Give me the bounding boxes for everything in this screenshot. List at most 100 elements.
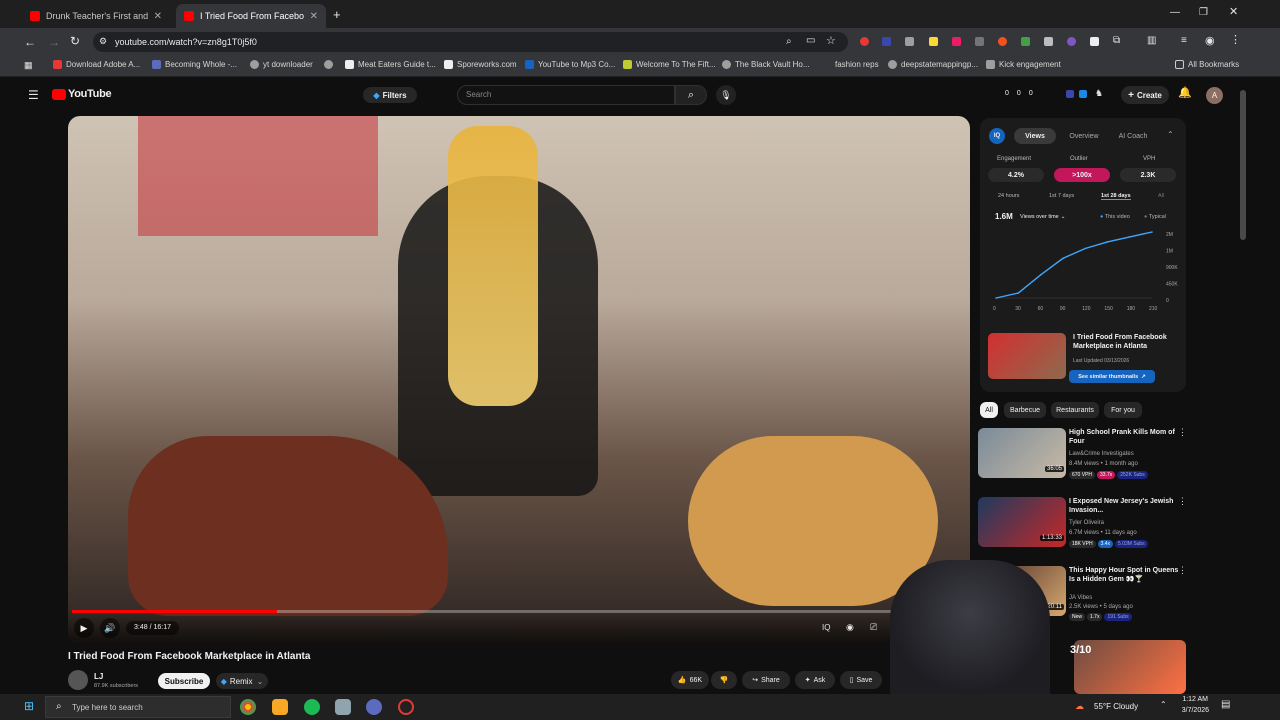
recommendation-item[interactable]: 36:05 High School Prank Kills Mom of Fou… (978, 428, 1188, 488)
views-over-time-dropdown[interactable]: Views over time ⌄ (1020, 214, 1065, 220)
bookmark-item[interactable]: Becoming Whole -... (152, 60, 237, 69)
progress-bar[interactable] (72, 610, 952, 613)
back-icon[interactable]: ← (24, 36, 36, 48)
profile-icon[interactable]: ◉ (1205, 36, 1215, 47)
cast-icon[interactable]: ▭ (806, 36, 815, 46)
notification-center-icon[interactable]: ▤ (1221, 700, 1230, 710)
play-icon[interactable]: ▶ (74, 618, 94, 638)
file-explorer-icon[interactable] (272, 699, 288, 715)
apps-icon[interactable]: ▦ (24, 61, 33, 70)
range-28d[interactable]: 1st 28 days (1101, 193, 1131, 200)
bookmark-item[interactable]: Kick engagement (986, 60, 1061, 69)
microphone-icon[interactable]: 🎙 (716, 85, 736, 105)
extension-icon[interactable] (882, 37, 891, 46)
bookmark-star-icon[interactable]: ☆ (826, 36, 836, 47)
filters-button[interactable]: ◆ Filters (363, 87, 417, 103)
close-tab-icon[interactable]: ✕ (154, 11, 162, 22)
new-tab-icon[interactable]: + (333, 8, 341, 21)
reload-icon[interactable]: ↻ (70, 35, 80, 47)
avatar[interactable]: A (1206, 87, 1223, 104)
range-all[interactable]: All (1158, 193, 1164, 199)
dislike-button[interactable]: 👎 (711, 671, 737, 689)
similar-thumbnails-button[interactable]: See similar thumbnails ↗ (1069, 370, 1155, 383)
volume-icon[interactable]: 🔊 (100, 618, 120, 638)
iq-icon[interactable]: IQ (822, 624, 830, 632)
extension-icon[interactable] (1021, 37, 1030, 46)
recommendation-channel[interactable]: Law&Crime Investigates (1069, 451, 1134, 457)
close-tab-icon[interactable]: ✕ (310, 11, 318, 22)
share-button[interactable]: ↪ Share (742, 671, 790, 689)
bookmark-item[interactable]: The Black Vault Ho... (722, 60, 810, 69)
tab-views[interactable]: Views (1014, 128, 1056, 144)
extension-icon[interactable] (952, 37, 961, 46)
extension-icon[interactable] (1066, 90, 1074, 98)
maximize-icon[interactable]: ❐ (1199, 8, 1208, 18)
channel-name[interactable]: LJ (94, 672, 103, 681)
tab-overview[interactable]: Overview (1062, 128, 1106, 144)
browser-tab-active[interactable]: I Tried Food From Facebook M ✕ (176, 4, 326, 28)
bookmark-item[interactable] (324, 60, 337, 69)
extension-icon[interactable] (860, 37, 869, 46)
like-button[interactable]: 👍 66K (671, 671, 709, 689)
hamburger-menu-icon[interactable]: ☰ (28, 89, 39, 101)
extension-icon[interactable] (1067, 37, 1076, 46)
recommendation-item[interactable]: 1:13:33 I Exposed New Jersey's Jewish In… (978, 497, 1188, 557)
range-7d[interactable]: 1st 7 days (1049, 193, 1074, 199)
extension-icon[interactable] (1044, 37, 1053, 46)
tray-chevron-icon[interactable]: ⌃ (1160, 701, 1167, 709)
notifications-bell-icon[interactable]: 🔔 (1178, 88, 1192, 99)
video-player[interactable]: ▶ 🔊 3:48 / 16:17 IQ ◉ ⎚ ⚙ ⧉ (68, 116, 970, 644)
chrome-menu-icon[interactable]: ⋮ (1230, 35, 1241, 46)
ask-button[interactable]: ✦ Ask (795, 671, 835, 689)
more-options-icon[interactable]: ⋮ (1178, 428, 1187, 437)
range-24h[interactable]: 24 hours (998, 193, 1019, 199)
subscribe-button[interactable]: Subscribe (158, 673, 210, 689)
obs-icon[interactable] (398, 699, 414, 715)
more-options-icon[interactable]: ⋮ (1178, 566, 1187, 575)
chip-restaurants[interactable]: Restaurants (1051, 402, 1099, 418)
remix-button[interactable]: ◆ Remix ⌄ (216, 673, 268, 689)
video-thumbnail[interactable] (988, 333, 1066, 379)
app-icon[interactable] (335, 699, 351, 715)
trophy-icon[interactable]: ♞ (1095, 89, 1103, 98)
search-icon[interactable]: ⌕ (675, 85, 707, 105)
recommendation-title[interactable]: I Exposed New Jersey's Jewish Invasion..… (1069, 497, 1181, 515)
puzzle-icon[interactable]: ⧉ (1113, 36, 1120, 46)
chrome-icon[interactable] (240, 699, 256, 715)
chip-barbecue[interactable]: Barbecue (1004, 402, 1046, 418)
zoom-icon[interactable]: ⌕ (786, 37, 792, 47)
bookmark-item[interactable]: deepstatemappingp... (888, 60, 978, 69)
site-info-icon[interactable]: ⚙ (99, 37, 107, 46)
bookmark-item[interactable]: yt downloader (250, 60, 313, 69)
reading-list-icon[interactable]: ≡ (1181, 36, 1187, 46)
chip-for-you[interactable]: For you (1104, 402, 1142, 418)
search-input[interactable]: Search (457, 85, 675, 105)
sidepanel-icon[interactable]: ▥ (1147, 36, 1156, 46)
recommendation-title[interactable]: This Happy Hour Spot in Queens Is a Hidd… (1069, 566, 1181, 584)
scrollbar-thumb[interactable] (1240, 90, 1246, 240)
extension-icon[interactable] (905, 37, 914, 46)
youtube-logo[interactable]: YouTube (68, 88, 112, 100)
extension-icon[interactable] (975, 37, 984, 46)
browser-tab[interactable]: Drunk Teacher's First and Last L ✕ (22, 4, 170, 28)
extension-icon[interactable] (1090, 37, 1099, 46)
media-player-icon[interactable] (366, 699, 382, 715)
save-button[interactable]: ▯ Save (840, 671, 882, 689)
recommendation-channel[interactable]: JA Vibes (1069, 595, 1092, 601)
all-bookmarks[interactable]: All Bookmarks (1175, 60, 1239, 69)
spotify-icon[interactable] (304, 699, 320, 715)
extension-icon[interactable] (998, 37, 1007, 46)
bookmark-item[interactable]: Welcome To The Fift... (623, 60, 716, 69)
chip-all[interactable]: All (980, 402, 998, 418)
bookmark-item[interactable]: Meat Eaters Guide t... (345, 60, 436, 69)
weather-text[interactable]: 55°F Cloudy (1094, 702, 1138, 711)
tab-ai-coach[interactable]: AI Coach (1110, 128, 1156, 144)
extension-icon[interactable] (929, 37, 938, 46)
subtitles-icon[interactable]: ⎚ (870, 623, 877, 632)
extension-icon[interactable] (1079, 90, 1087, 98)
autoplay-icon[interactable]: ◉ (846, 623, 854, 632)
channel-avatar[interactable] (68, 670, 88, 690)
bookmark-item[interactable]: Sporeworks.com (444, 60, 517, 69)
bookmark-item[interactable]: Download Adobe A... (53, 60, 140, 69)
close-window-icon[interactable]: ✕ (1229, 7, 1238, 18)
